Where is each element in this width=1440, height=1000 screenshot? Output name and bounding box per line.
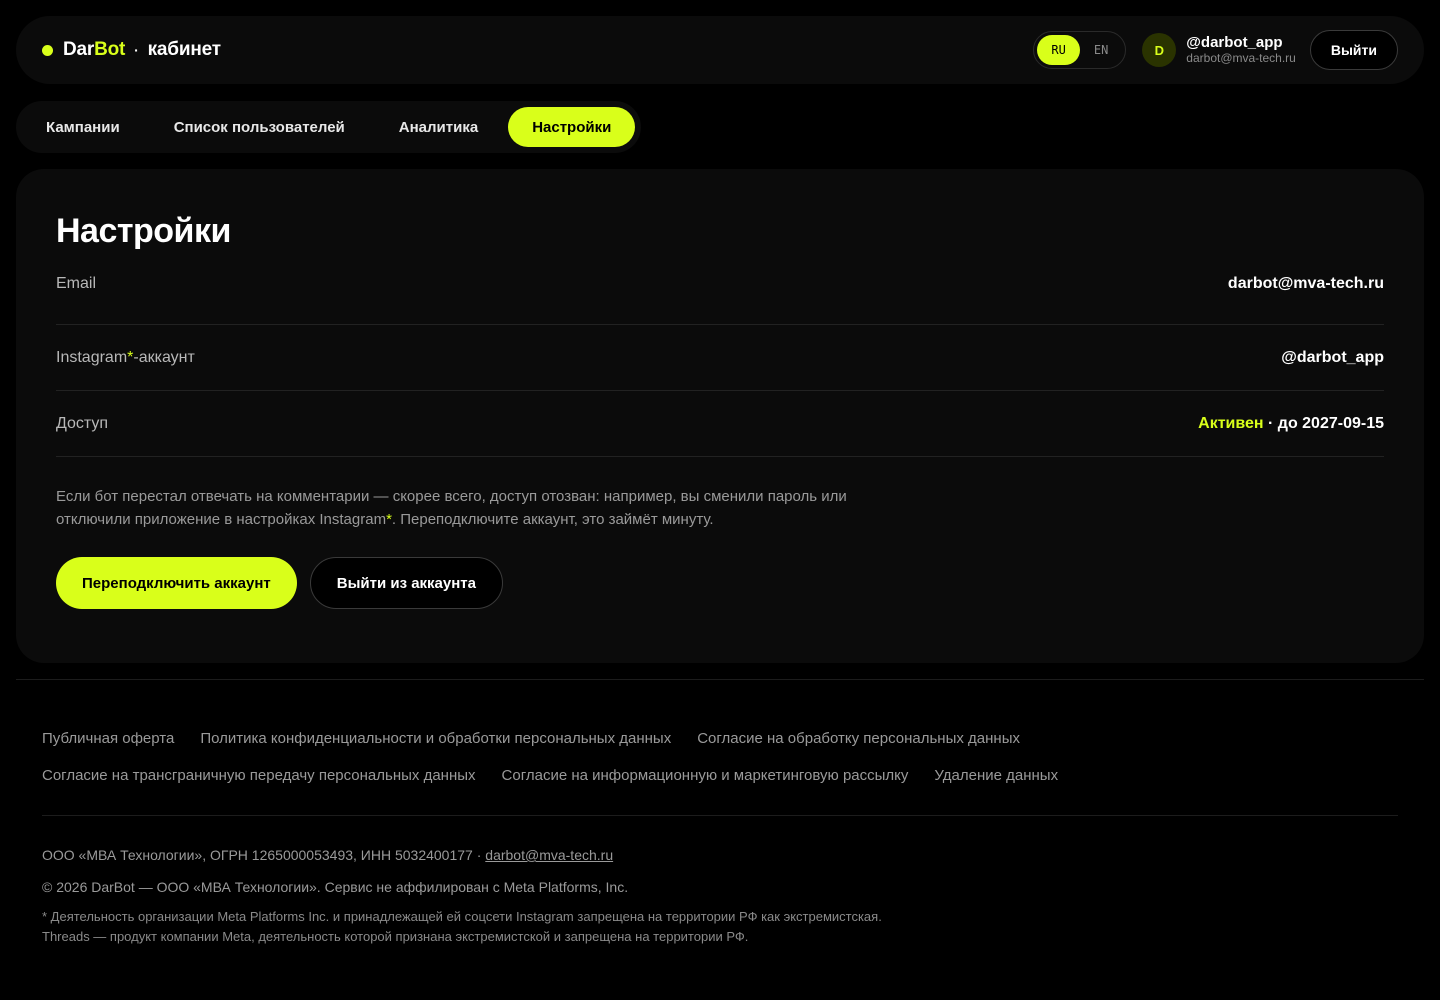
footer-link-offer[interactable]: Публичная оферта [42,730,174,750]
settings-card: Настройки Email darbot@mva-tech.ru Insta… [16,169,1424,663]
meta-disclaimer: * Деятельность организации Meta Platform… [42,909,882,944]
user-handle: @darbot_app [1186,33,1283,51]
footer-link-consent[interactable]: Согласие на обработку персональных данны… [697,730,1020,750]
footer-link-crossborder[interactable]: Согласие на трансграничную передачу перс… [42,767,476,787]
main-tabs: Кампании Список пользователей Аналитика … [16,101,642,153]
settings-row-instagram: Instagram*-аккаунт @darbot_app [56,325,1384,391]
footer-links-row-2: Согласие на трансграничную передачу перс… [42,767,1402,787]
footer-link-marketing[interactable]: Согласие на информационную и маркетингов… [502,767,909,787]
reconnect-account-button[interactable]: Переподключить аккаунт [56,557,297,609]
company-details: ООО «МВА Технологии», ОГРН 1265000053493… [42,847,614,863]
brand-name: DarBot [63,39,126,60]
access-expiry: до 2027-09-15 [1277,414,1384,432]
settings-row-access: Доступ Активен · до 2027-09-15 [56,391,1384,457]
logout-button[interactable]: Выйти [1309,30,1398,70]
settings-row-email: Email darbot@mva-tech.ru [56,269,1384,325]
access-value: Активен · до 2027-09-15 [1198,414,1384,432]
tab-settings[interactable]: Настройки [508,107,636,147]
tab-users[interactable]: Список пользователей [150,107,369,147]
header-actions: RU EN D @darbot_app darbot@mva-tech.ru В… [1033,30,1398,70]
settings-list: Email darbot@mva-tech.ru Instagram*-акка… [56,269,1384,457]
company-email-link[interactable]: darbot@mva-tech.ru [485,847,613,863]
copyright: © 2026 DarBot — ООО «МВА Технологии». Се… [42,879,629,895]
instagram-value: @darbot_app [1281,348,1384,366]
email-label: Email [56,275,97,292]
avatar: D [1142,33,1177,67]
legal-info: ООО «МВА Технологии», ОГРН 1265000053493… [42,846,1402,947]
lang-ru-button[interactable]: RU [1037,35,1080,65]
footer-links: Публичная оферта Политика конфиденциальн… [42,730,1402,804]
footer-link-privacy[interactable]: Политика конфиденциальности и обработки … [200,730,671,750]
instagram-label: Instagram*-аккаунт [56,348,195,366]
page-title: Настройки [56,212,231,250]
email-value: darbot@mva-tech.ru [1227,275,1384,292]
footer-divider-legal [42,815,1398,816]
tab-analytics[interactable]: Аналитика [375,107,502,147]
footer-link-data-deletion[interactable]: Удаление данных [934,767,1058,787]
access-label: Доступ [56,414,109,432]
logout-account-button[interactable]: Выйти из аккаунта [309,557,503,609]
footer-divider [16,679,1424,680]
user-profile: D @darbot_app darbot@mva-tech.ru [1142,33,1296,67]
user-email: darbot@mva-tech.ru [1186,51,1296,66]
brand-separator: · [134,42,139,58]
user-info: @darbot_app darbot@mva-tech.ru [1186,34,1296,66]
brand-dot-icon [42,44,53,56]
status-badge: Активен [1198,414,1264,432]
language-switcher: RU EN [1033,31,1127,69]
reconnect-hint: Если бот перестал отвечать на комментари… [56,488,847,528]
brand-logo[interactable]: DarBot · кабинет [42,39,221,61]
top-bar: DarBot · кабинет RU EN D @darbot_app dar… [16,16,1424,84]
settings-actions: Переподключить аккаунт Выйти из аккаунта [56,557,1384,609]
footer-links-row-1: Публичная оферта Политика конфиденциальн… [42,730,1402,750]
tab-campaigns[interactable]: Кампании [22,107,144,147]
lang-en-button[interactable]: EN [1080,35,1122,65]
brand-suffix: кабинет [147,39,221,60]
